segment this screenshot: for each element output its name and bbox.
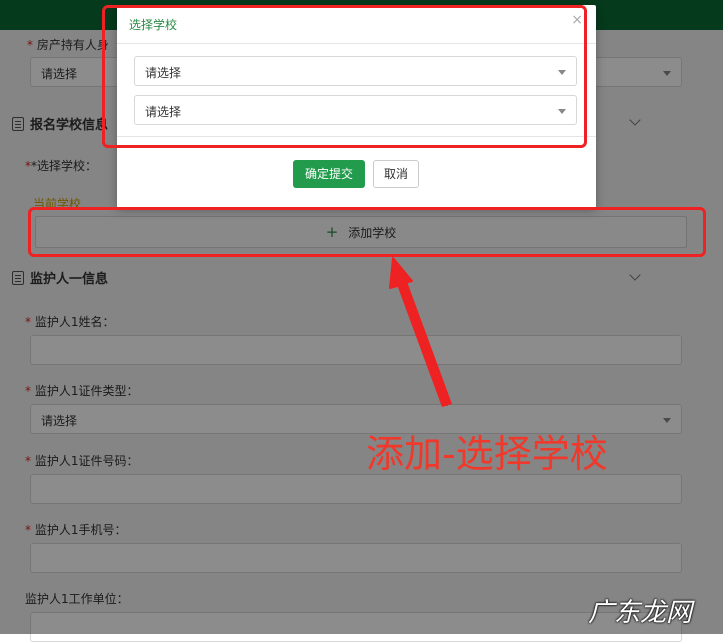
annotation-arrow	[389, 257, 452, 407]
annotation-caption: 添加-选择学校	[366, 432, 608, 476]
watermark: 广东龙网	[588, 598, 693, 628]
